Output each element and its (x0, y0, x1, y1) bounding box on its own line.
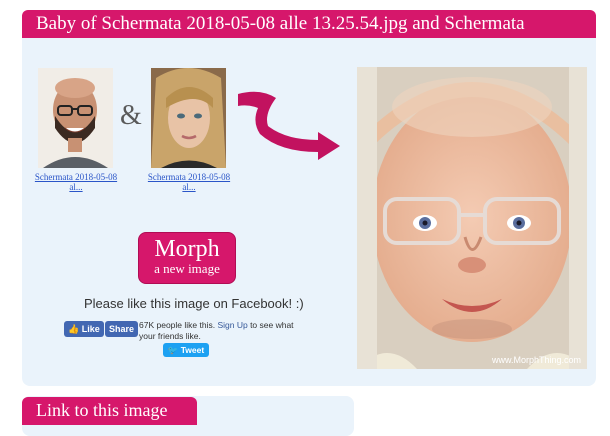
twitter-bird-icon: 🐦 (167, 345, 179, 355)
page-title: Baby of Schermata 2018-05-08 alle 13.25.… (36, 13, 525, 34)
facebook-like-button[interactable]: 👍 Like (64, 321, 104, 337)
baby-face-illustration (357, 67, 587, 369)
link-section-title: Link to this image (36, 400, 168, 420)
parent-1-thumbnail[interactable] (38, 68, 113, 168)
link-section-header: Link to this image (22, 397, 197, 425)
facebook-share-label: Share (109, 324, 135, 334)
morph-button-title: Morph (154, 236, 220, 262)
page-title-bar: Baby of Schermata 2018-05-08 alle 13.25.… (22, 10, 596, 38)
thumbs-up-icon: 👍 (68, 324, 80, 334)
facebook-like-count: 67K people like this. Sign Up to see wha… (139, 320, 309, 342)
parent-1-caption-line1: Schermata 2018-05-08 (34, 172, 118, 182)
parent-2-caption-line1: Schermata 2018-05-08 (147, 172, 231, 182)
morph-button-subtitle: a new image (154, 261, 220, 276)
watermark: www.MorphThing.com (491, 355, 581, 365)
facebook-signup-link[interactable]: Sign Up (217, 320, 247, 330)
parent-2-thumbnail[interactable] (151, 68, 226, 168)
tweet-button[interactable]: 🐦 Tweet (163, 343, 209, 357)
parent-2-photo (151, 68, 226, 168)
facebook-share-button[interactable]: Share (105, 321, 139, 337)
ampersand-symbol: & (120, 100, 142, 131)
morph-new-image-button[interactable]: Morph a new image (138, 232, 236, 284)
baby-morph-image: www.MorphThing.com (357, 67, 587, 369)
facebook-like-label: Like (81, 324, 100, 334)
parent-2-caption-line2: al... (182, 182, 196, 192)
parent-1-photo (38, 68, 113, 168)
parent-2-link[interactable]: Schermata 2018-05-08 al... (139, 172, 239, 192)
parent-1-link[interactable]: Schermata 2018-05-08 al... (26, 172, 126, 192)
facebook-prompt: Please like this image on Facebook! :) (84, 296, 304, 311)
facebook-count-text: 67K people like this. (139, 320, 216, 330)
arrow-icon (238, 91, 340, 160)
parent-1-caption-line2: al... (69, 182, 83, 192)
tweet-label: Tweet (180, 345, 205, 355)
